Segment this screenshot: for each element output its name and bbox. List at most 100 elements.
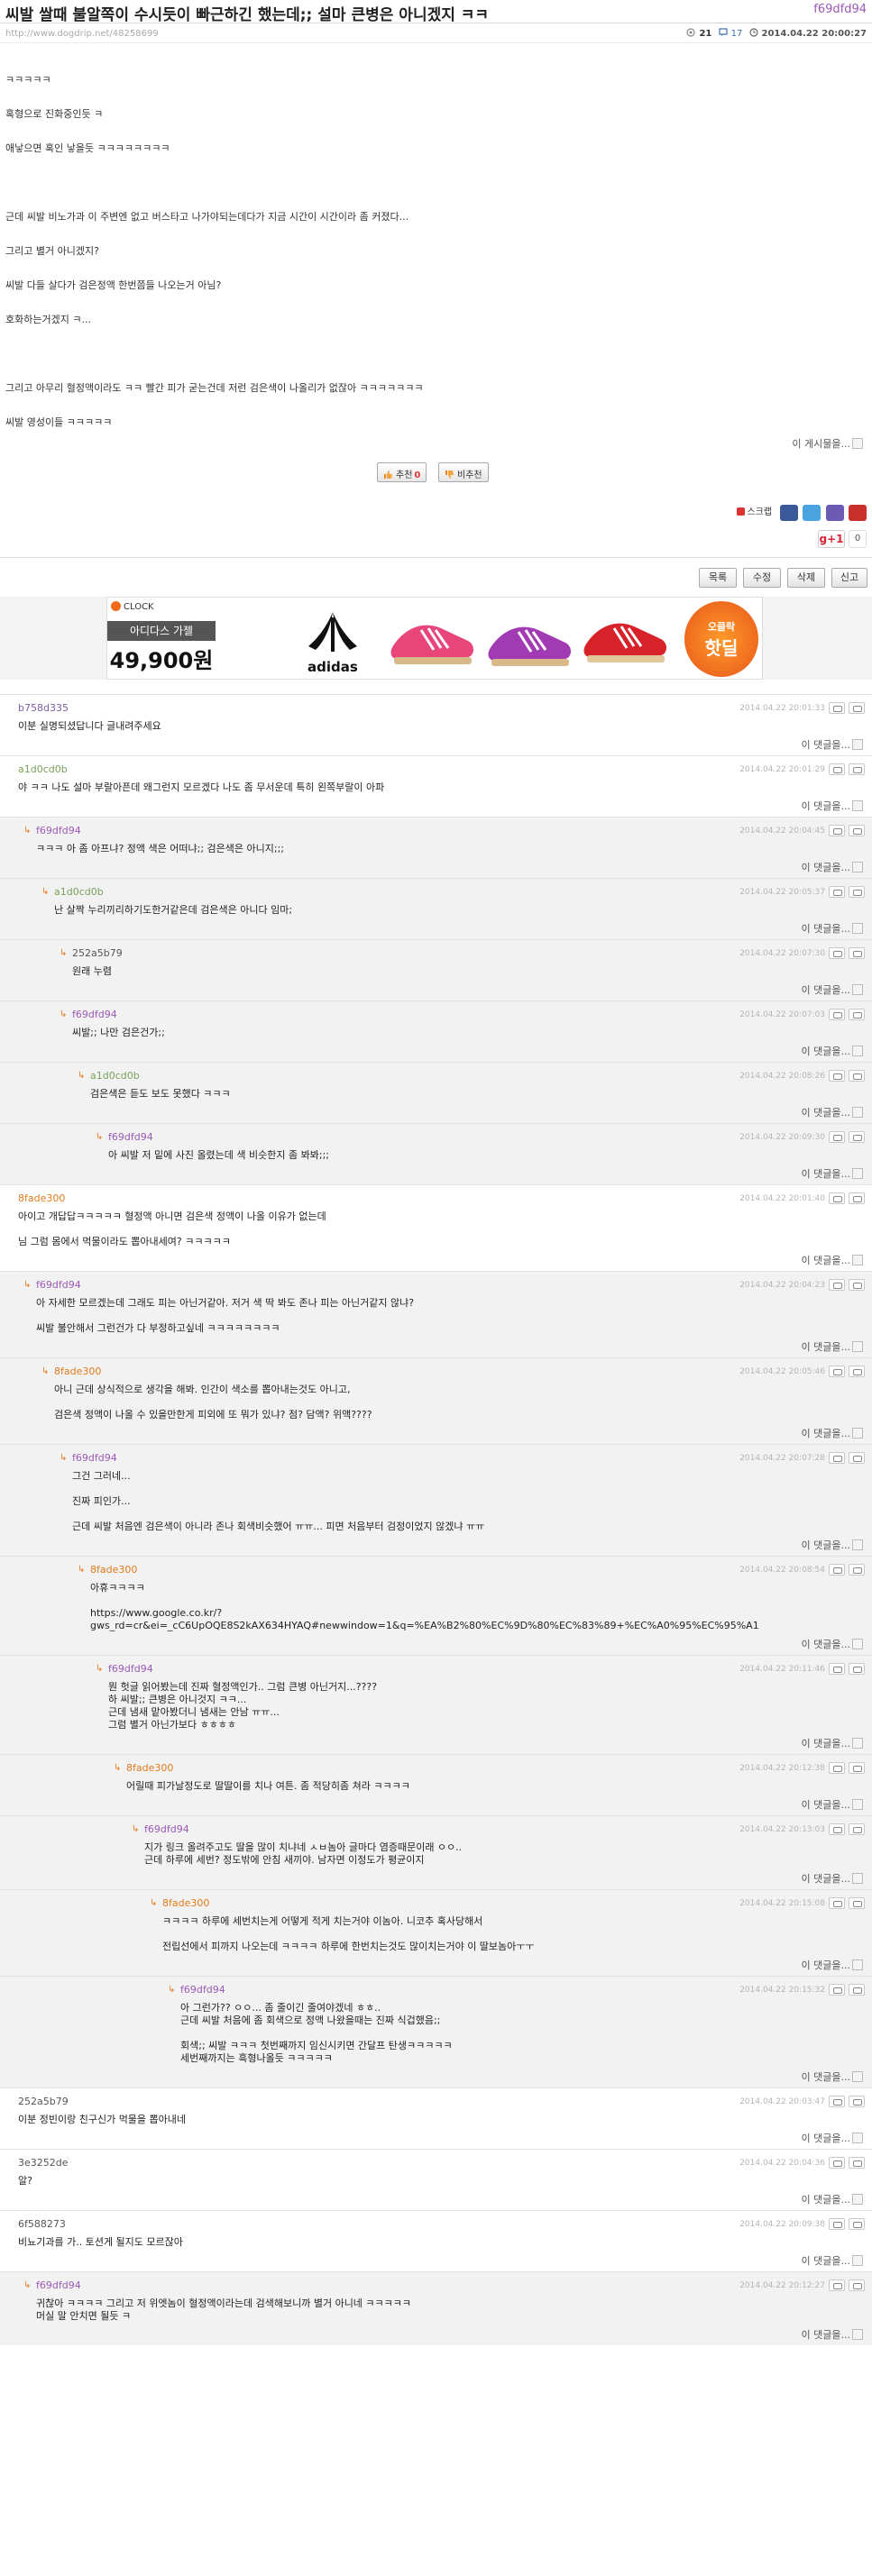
comment-edit-icon[interactable] [829,702,845,714]
comment-edit-icon[interactable] [829,1663,845,1675]
comment-reply-icon[interactable] [849,1663,865,1675]
facebook-icon[interactable] [779,505,798,521]
comment-more-menu[interactable]: 이 댓글을... [802,1339,863,1354]
scrap-button[interactable]: 스크랩 [737,505,772,521]
comment-reply-icon[interactable] [849,1984,865,1996]
comment-more-menu[interactable]: 이 댓글을... [802,2327,863,2342]
comment-author[interactable]: f69dfd94 [144,1823,189,1835]
ad-banner[interactable]: CLOCK 아디다스 가젤 49,900원 adidas 오클락 핫딜 [106,597,763,680]
comment-edit-icon[interactable] [829,1192,845,1204]
comment-author[interactable]: b758d335 [18,702,69,714]
comment-reply-icon[interactable] [849,702,865,714]
comment-reply-icon[interactable] [849,2096,865,2107]
report-button[interactable]: 신고 [831,568,867,588]
comment-more-menu[interactable]: 이 댓글을... [802,1105,863,1119]
delete-button[interactable]: 삭제 [787,568,825,588]
comment-reply-icon[interactable] [849,1762,865,1774]
comment-edit-icon[interactable] [829,1452,845,1464]
upvote-button[interactable]: 추천 0 [377,462,427,482]
comment-reply-icon[interactable] [849,1366,865,1377]
comment-more-menu[interactable]: 이 댓글을... [802,737,863,752]
comment-more-menu[interactable]: 이 댓글을... [802,2253,863,2268]
comment-author[interactable]: f69dfd94 [72,1452,117,1464]
comment-edit-icon[interactable] [829,1131,845,1143]
comment-more-menu[interactable]: 이 댓글을... [802,982,863,997]
comment-more-menu[interactable]: 이 댓글을... [802,1637,863,1651]
comment-reply-icon[interactable] [849,1009,865,1020]
me2day-icon[interactable] [825,505,844,521]
comment-author[interactable]: f69dfd94 [72,1009,117,1020]
comment-more-menu[interactable]: 이 댓글을... [802,1538,863,1552]
yozm-icon[interactable] [849,505,867,521]
comment-reply-icon[interactable] [849,2218,865,2230]
edit-button[interactable]: 수정 [743,568,781,588]
comment-more-menu[interactable]: 이 댓글을... [802,1736,863,1750]
comment-reply-icon[interactable] [849,1897,865,1909]
comment-more-menu[interactable]: 이 댓글을... [802,2192,863,2206]
comment-reply-icon[interactable] [849,886,865,898]
comment-reply-icon[interactable] [849,1564,865,1576]
comment-reply-icon[interactable] [849,1279,865,1291]
comment-reply-icon[interactable] [849,947,865,959]
comment-more-menu[interactable]: 이 댓글을... [802,2131,863,2145]
comment-edit-icon[interactable] [829,1984,845,1996]
comment-author[interactable]: 3e3252de [18,2157,69,2169]
comment-author[interactable]: 6f588273 [18,2218,66,2230]
list-button[interactable]: 목록 [699,568,737,588]
downvote-button[interactable]: 비추천 [438,462,489,482]
comment-edit-icon[interactable] [829,886,845,898]
comment-reply-icon[interactable] [849,2157,865,2169]
comment-more-menu[interactable]: 이 댓글을... [802,921,863,936]
comment-reply-icon[interactable] [849,1131,865,1143]
comment-edit-icon[interactable] [829,825,845,836]
comment-author[interactable]: f69dfd94 [108,1131,153,1143]
comment-more-menu[interactable]: 이 댓글을... [802,1044,863,1058]
comment-more-menu[interactable]: 이 댓글을... [802,1958,863,1972]
comment-author[interactable]: f69dfd94 [36,2279,81,2291]
comment-reply-icon[interactable] [849,825,865,836]
comment-edit-icon[interactable] [829,1564,845,1576]
comment-reply-icon[interactable] [849,1192,865,1204]
comment-edit-icon[interactable] [829,2096,845,2107]
comment-reply-icon[interactable] [849,1823,865,1835]
comment-edit-icon[interactable] [829,2218,845,2230]
comment-edit-icon[interactable] [829,2279,845,2291]
comment-author[interactable]: 252a5b79 [72,947,123,959]
comment-more-menu[interactable]: 이 댓글을... [802,1797,863,1812]
post-author[interactable]: f69dfd94 [813,3,867,16]
comment-edit-icon[interactable] [829,2157,845,2169]
comment-author[interactable]: a1d0cd0b [54,886,104,898]
comment-author[interactable]: 8fade300 [162,1897,209,1909]
comment-more-menu[interactable]: 이 댓글을... [802,1426,863,1440]
comment-edit-icon[interactable] [829,1823,845,1835]
comment-author[interactable]: 252a5b79 [18,2096,69,2107]
comment-author[interactable]: a1d0cd0b [18,763,68,775]
comment-more-menu[interactable]: 이 댓글을... [802,1871,863,1886]
twitter-icon[interactable] [803,505,821,521]
comment-edit-icon[interactable] [829,1279,845,1291]
comment-reply-icon[interactable] [849,763,865,775]
comment-edit-icon[interactable] [829,1897,845,1909]
post-url[interactable]: http://www.dogdrip.net/48258699 [5,29,159,39]
comment-edit-icon[interactable] [829,1070,845,1082]
comment-author[interactable]: f69dfd94 [108,1663,153,1675]
comment-reply-icon[interactable] [849,1070,865,1082]
comment-more-menu[interactable]: 이 댓글을... [802,1253,863,1267]
comment-author[interactable]: 8fade300 [18,1192,65,1204]
comment-author[interactable]: 8fade300 [126,1762,173,1774]
comment-reply-icon[interactable] [849,2279,865,2291]
comment-author[interactable]: a1d0cd0b [90,1070,140,1082]
comment-more-menu[interactable]: 이 댓글을... [802,860,863,874]
comment-author[interactable]: f69dfd94 [36,1279,81,1291]
gplus-button[interactable]: g+1 [818,530,845,548]
comment-edit-icon[interactable] [829,1009,845,1020]
comment-more-menu[interactable]: 이 댓글을... [802,1166,863,1181]
comment-edit-icon[interactable] [829,763,845,775]
comment-author[interactable]: f69dfd94 [180,1984,225,1996]
post-more-menu[interactable]: 이 게시물을... [792,436,863,451]
comment-more-menu[interactable]: 이 댓글을... [802,799,863,813]
comment-edit-icon[interactable] [829,1366,845,1377]
comment-reply-icon[interactable] [849,1452,865,1464]
comment-edit-icon[interactable] [829,947,845,959]
comment-author[interactable]: 8fade300 [90,1564,137,1576]
